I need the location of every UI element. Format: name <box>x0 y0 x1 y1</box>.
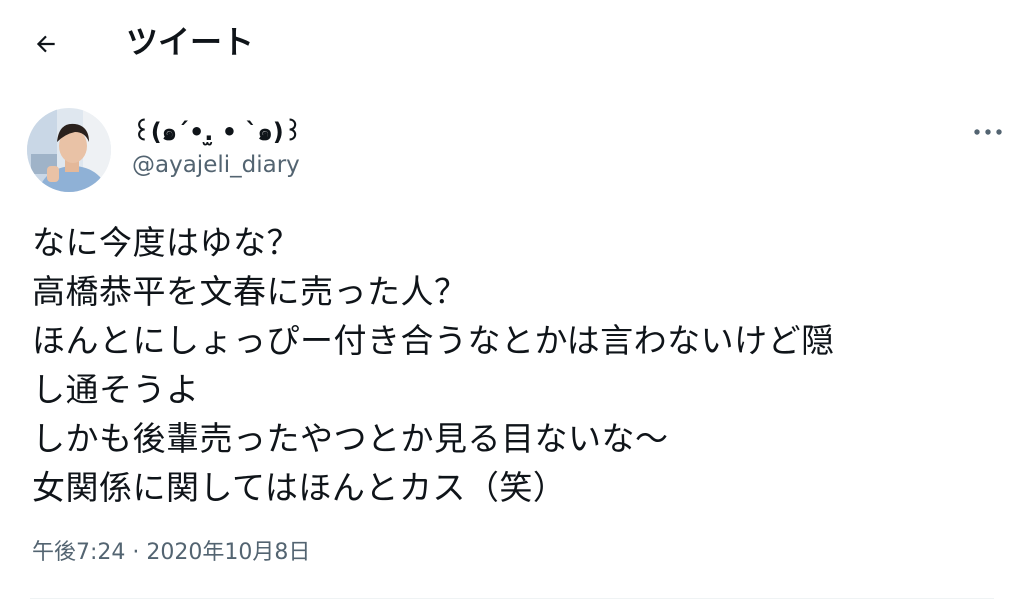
display-name[interactable]: ꒰(๑´•.̫ • `๑)꒱ <box>132 118 302 146</box>
avatar[interactable] <box>27 108 111 192</box>
arrow-left-icon <box>36 35 55 53</box>
tweet-author: ꒰(๑´•.̫ • `๑)꒱ @ayajeli_diary <box>0 100 1024 200</box>
tweet-line: し通そうよ <box>32 370 200 409</box>
meta-separator: · <box>125 540 147 565</box>
tweet-line: ほんとにしょっぴー付き合うなとかは言わないけど隠 <box>32 321 835 360</box>
ellipsis-horizontal-icon <box>974 129 1002 135</box>
tweet-line: 女関係に関してはほんとカス（笑） <box>32 468 567 507</box>
user-handle[interactable]: @ayajeli_diary <box>132 151 300 179</box>
tweet-line: なに今度はゆな？ <box>32 223 300 262</box>
back-button[interactable] <box>26 24 66 64</box>
tweet-line: 高橋恭平を文春に売った人？ <box>32 272 468 311</box>
tweet-timestamp: 午後7:24 · 2020年10月8日 <box>32 538 310 568</box>
page-title: ツイート <box>126 23 255 61</box>
divider <box>30 598 994 599</box>
more-options-button[interactable] <box>966 118 1010 146</box>
tweet-line: しかも後輩売ったやつとか見る目ないな〜 <box>32 419 669 458</box>
tweet-text: なに今度はゆな？ 高橋恭平を文春に売った人？ ほんとにしょっぴー付き合うなとかは… <box>32 218 1002 512</box>
header-bar: ツイート <box>0 0 1024 86</box>
tweet-time-link[interactable]: 午後7:24 <box>32 540 125 565</box>
tweet-date-link[interactable]: 2020年10月8日 <box>146 540 310 565</box>
